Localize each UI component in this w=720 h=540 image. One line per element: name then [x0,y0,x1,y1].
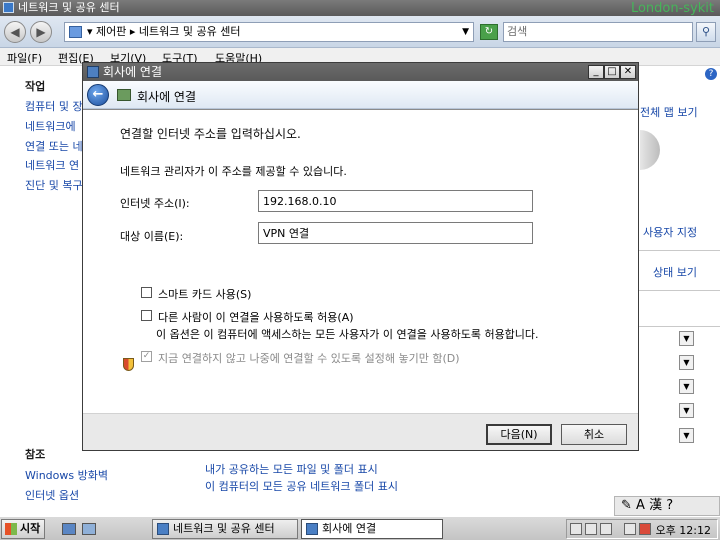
address-dropdown-icon[interactable]: ▼ [462,23,469,41]
back-button[interactable]: ← [87,84,109,106]
internet-address-label: 인터넷 주소(I): [120,197,190,210]
sharing-setting-expand-button[interactable]: ▼ [679,403,694,418]
search-button[interactable]: ⚲ [696,22,716,42]
sharing-setting-expand-button[interactable]: ▼ [679,331,694,346]
address-field[interactable]: ▾ 제어판 ▸ 네트워크 및 공유 센터 ▼ [64,22,474,42]
start-label: 시작 [20,522,41,535]
background-window-titlebar: 네트워크 및 공유 센터 London-sykit [0,0,720,16]
connect-workplace-icon [117,89,131,101]
show-desktop-icon[interactable] [62,523,76,535]
taskbar-network-center-button[interactable]: 네트워크 및 공유 센터 [152,519,298,539]
language-help-icon[interactable]: ? [666,498,673,513]
taskbar: 시작 네트워크 및 공유 센터 회사에 연결 오후 12:12 [0,516,720,540]
refresh-icon: ↻ [484,26,494,37]
tray-icon[interactable] [570,523,582,535]
volume-muted-tray-icon[interactable] [639,523,651,535]
back-nav-button[interactable]: ◀ [4,21,26,43]
dialog-footer: 다음(N) 취소 [83,413,638,450]
menu-file[interactable]: 파일(F) [7,50,42,66]
dialog-body: 연결할 인터넷 주소를 입력하십시오. 네트워크 관리자가 이 주소를 제공할 … [83,110,638,413]
right-pane-divider [638,290,720,291]
page-heading: 연결할 인터넷 주소를 입력하십시오. [120,127,301,141]
next-button[interactable]: 다음(N) [486,424,552,445]
task-link-view-computers[interactable]: 컴퓨터 및 장 [25,98,83,114]
smartcard-label: 스마트 카드 사용(S) [158,288,252,301]
see-also-heading: 참조 [25,448,46,461]
task-link-connect-network[interactable]: 네트워크에 [25,118,76,134]
network-tray-icon[interactable] [624,523,636,535]
view-status-link[interactable]: 상태 보기 [653,264,697,280]
ime-icon: ✎ [621,498,632,513]
breadcrumb: ▾ 제어판 ▸ 네트워크 및 공유 센터 [87,25,241,38]
background-window-title: 네트워크 및 공유 센터 [18,1,120,14]
dialog-header-title: 회사에 연결 [137,90,197,104]
forward-arrow-icon: ▶ [36,25,46,39]
system-tray: 오후 12:12 [566,519,718,539]
dialog-header: ← 회사에 연결 [83,81,638,109]
page-description: 네트워크 관리자가 이 주소를 제공할 수 있습니다. [120,165,347,178]
back-arrow-icon: ◀ [10,25,20,39]
windows-logo-icon [5,523,17,535]
customize-link[interactable]: 사용자 지정 [643,224,697,240]
taskbar-task-label: 네트워크 및 공유 센터 [173,522,275,535]
search-icon: ⚲ [701,25,711,38]
smartcard-checkbox[interactable] [141,287,152,298]
dialog-window-icon [87,66,99,78]
allow-others-label: 다른 사람이 이 연결을 사용하도록 허용(A) [158,311,354,324]
refresh-button[interactable]: ↻ [480,24,498,40]
view-full-map-link[interactable]: 전체 맵 보기 [640,104,698,120]
see-also-internet-options-link[interactable]: 인터넷 옵션 [25,487,79,503]
maximize-button[interactable]: □ [604,65,620,79]
task-link-diagnose-repair[interactable]: 진단 및 복구 [25,177,83,193]
dont-connect-label: 지금 연결하지 않고 나중에 연결할 수 있도록 설정해 놓기만 함(D) [158,352,460,365]
language-bar-label: A 漢 [636,498,663,513]
address-bar: ◀ ▶ ▾ 제어판 ▸ 네트워크 및 공유 센터 ▼ ↻ 검색 ⚲ [0,16,720,48]
language-bar[interactable]: ✎ A 漢 ? [614,496,720,516]
tray-icon[interactable] [600,523,612,535]
uac-shield-icon [123,358,134,371]
start-button[interactable]: 시작 [1,519,45,539]
taskbar-task-label: 회사에 연결 [322,522,377,535]
close-button[interactable]: ✕ [620,65,636,79]
forward-nav-button[interactable]: ▶ [30,21,52,43]
help-icon[interactable]: ? [705,68,717,80]
minimize-button[interactable]: _ [588,65,604,79]
network-center-task-icon [157,523,169,535]
dialog-window-title: 회사에 연결 [103,65,163,79]
dialog-titlebar[interactable]: 회사에 연결 _ □ ✕ [83,63,638,81]
tasks-heading: 작업 [25,80,46,93]
right-pane-divider [638,326,720,327]
taskbar-connect-workplace-button[interactable]: 회사에 연결 [301,519,443,539]
internet-address-field[interactable] [258,190,533,212]
control-panel-icon [69,26,82,38]
task-link-setup-connection[interactable]: 연결 또는 네 [25,138,83,154]
destination-name-field[interactable] [258,222,533,244]
back-arrow-icon: ← [92,87,104,102]
show-shared-files-link[interactable]: 내가 공유하는 모든 파일 및 폴더 표시 [205,461,378,477]
task-link-manage-connections[interactable]: 네트워크 연 [25,157,79,173]
allow-others-checkbox[interactable] [141,310,152,321]
see-also-firewall-link[interactable]: Windows 방화벽 [25,467,108,483]
connect-workplace-task-icon [306,523,318,535]
connect-workplace-dialog: 회사에 연결 _ □ ✕ ← 회사에 연결 연결할 인터넷 주소를 입력하십시오… [82,62,639,451]
clock[interactable]: 오후 12:12 [656,522,711,538]
allow-others-note: 이 옵션은 이 컴퓨터에 액세스하는 모든 사용자가 이 연결을 사용하도록 허… [156,328,539,341]
internet-globe-icon [640,130,660,170]
server-manager-icon[interactable] [82,523,96,535]
network-center-icon [3,2,14,13]
sharing-setting-expand-button[interactable]: ▼ [679,428,694,443]
sharing-setting-expand-button[interactable]: ▼ [679,355,694,370]
cancel-button[interactable]: 취소 [561,424,627,445]
right-pane-divider [638,250,720,251]
dont-connect-checkbox: ✓ [141,351,152,362]
sharing-setting-expand-button[interactable]: ▼ [679,379,694,394]
show-shared-folders-link[interactable]: 이 컴퓨터의 모든 공유 네트워크 폴더 표시 [205,478,398,494]
tray-icon[interactable] [585,523,597,535]
search-input[interactable]: 검색 [503,22,693,42]
destination-name-label: 대상 이름(E): [120,230,184,243]
